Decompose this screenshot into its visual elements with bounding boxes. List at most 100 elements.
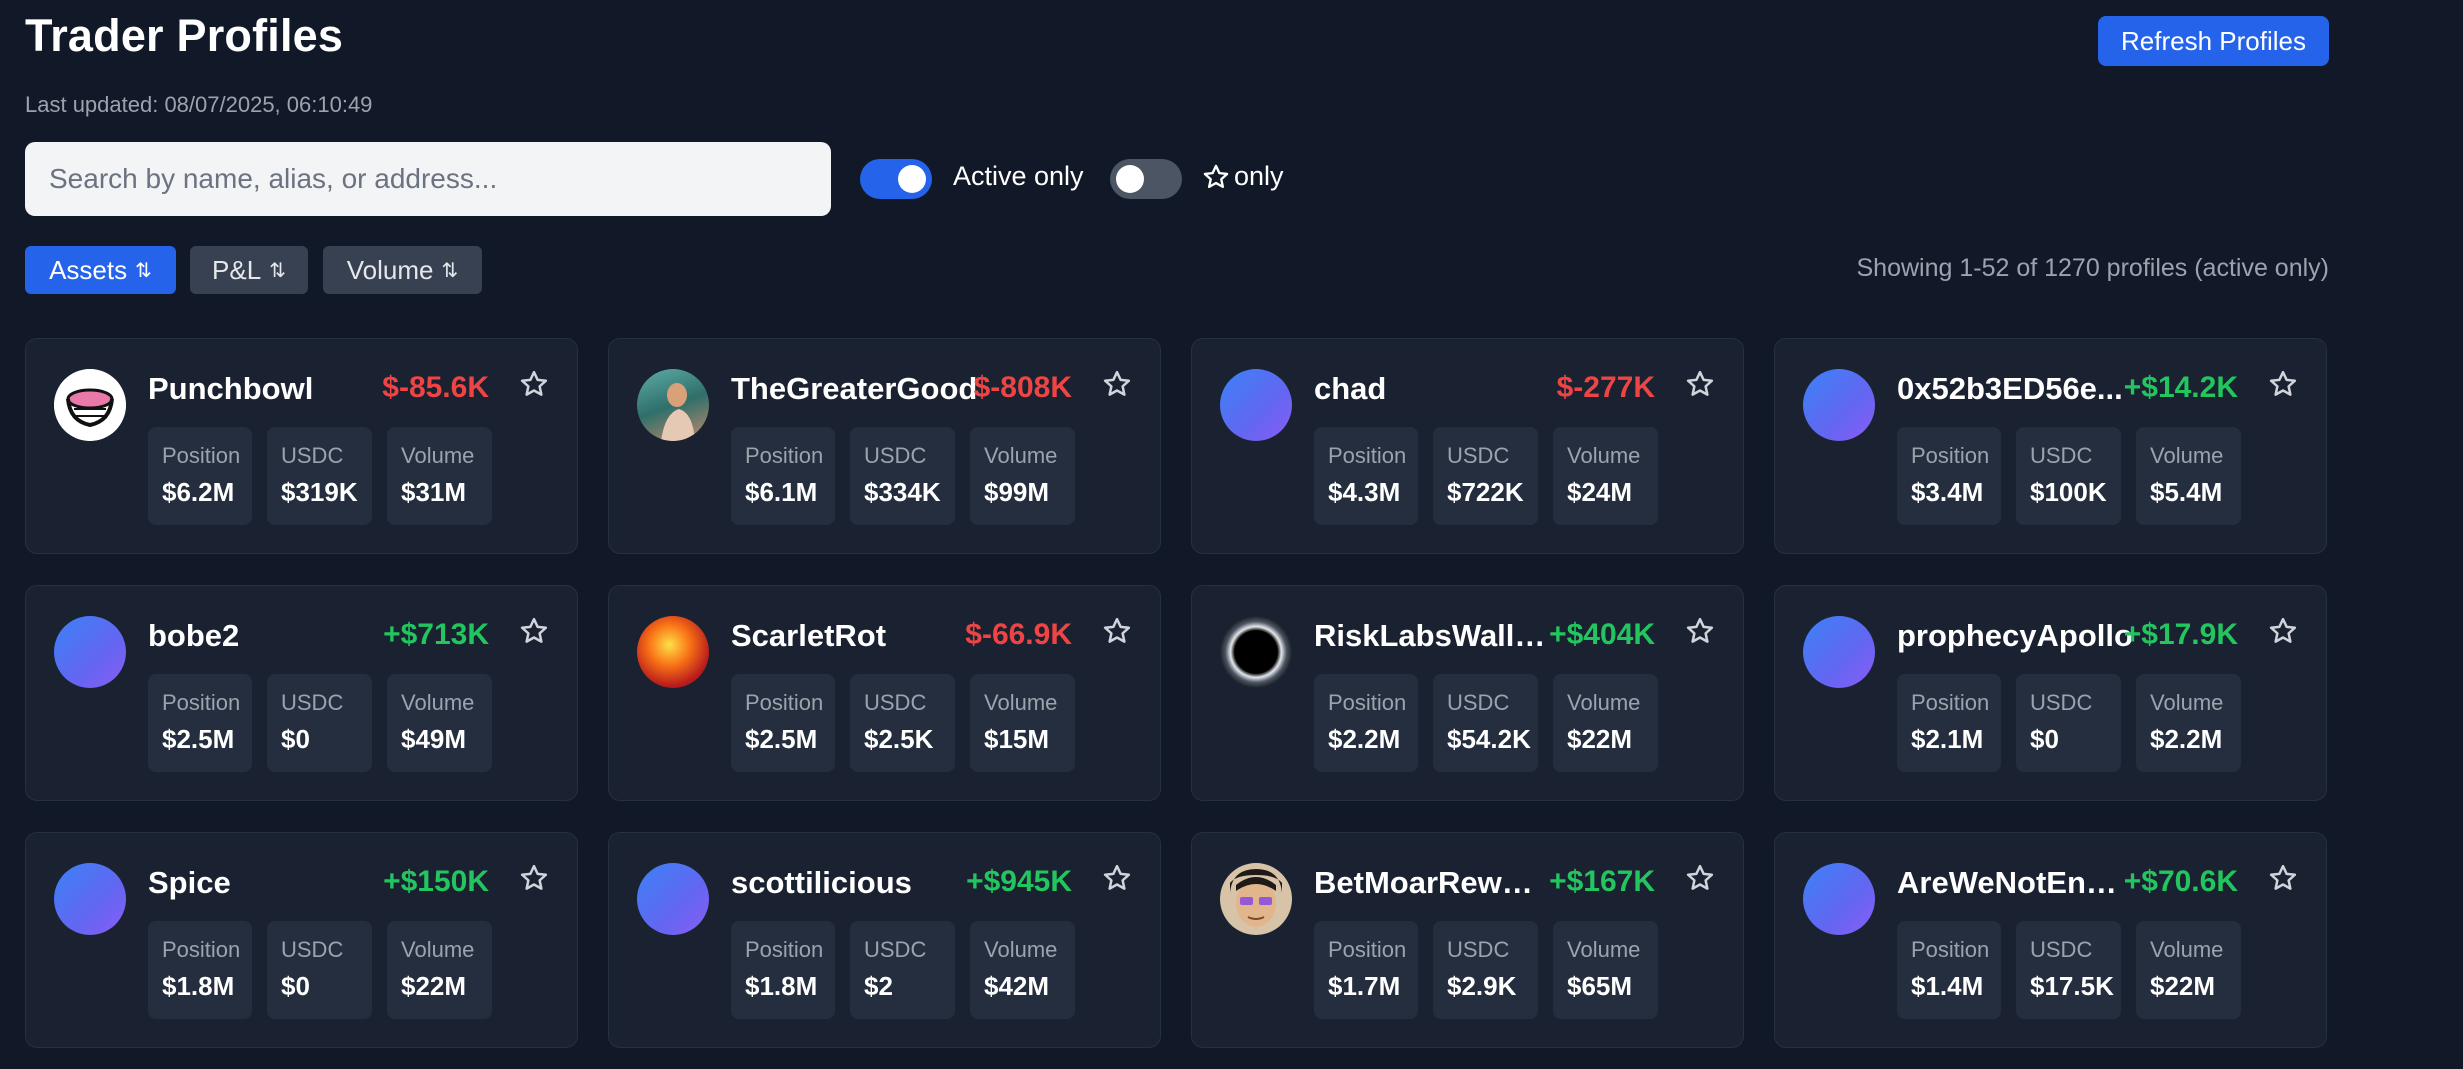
- stat-value: $100K: [2030, 477, 2107, 507]
- profile-card[interactable]: chad $-277K Position $4.3M USDC $722K Volu…: [1191, 338, 1744, 554]
- star-icon[interactable]: [1685, 616, 1715, 646]
- stat-label: USDC: [1447, 937, 1510, 962]
- star-icon[interactable]: [519, 863, 549, 893]
- stat-label: USDC: [2030, 690, 2093, 715]
- stat-volume: Volume $15M: [970, 674, 1075, 772]
- profile-card[interactable]: bobe2 +$713K Position $2.5M USDC $0 Volume…: [25, 585, 578, 801]
- stat-usdc: USDC $319K: [267, 427, 372, 525]
- stat-value: $2.1M: [1911, 724, 1984, 754]
- stat-label: Volume: [2150, 937, 2224, 962]
- search-input[interactable]: [25, 142, 831, 216]
- stat-label: USDC: [1447, 443, 1510, 468]
- stat-value: $31M: [401, 477, 467, 507]
- stat-value: $2: [864, 971, 893, 1001]
- profile-card[interactable]: AreWeNotEnter... +$70.6K Position $1.4M U…: [1774, 832, 2327, 1048]
- star-icon: [1203, 164, 1229, 188]
- stat-value: $15M: [984, 724, 1050, 754]
- starred-only-toggle[interactable]: [1110, 159, 1182, 199]
- sort-pnl-button[interactable]: P&L ⇅: [190, 246, 308, 294]
- stat-value: $1.8M: [745, 971, 818, 1001]
- stat-position: Position $2.5M: [731, 674, 835, 772]
- profile-name: 0x52b3ED56e...: [1897, 371, 2123, 406]
- last-updated-text: Last updated: 08/07/2025, 06:10:49: [25, 92, 373, 117]
- stat-value: $6.1M: [745, 477, 818, 507]
- active-only-label: Active only: [953, 161, 1084, 191]
- stat-label: Volume: [984, 690, 1058, 715]
- sort-volume-button[interactable]: Volume ⇅: [323, 246, 482, 294]
- stat-usdc: USDC $0: [267, 921, 372, 1019]
- stat-label: Volume: [2150, 443, 2224, 468]
- stat-volume: Volume $49M: [387, 674, 492, 772]
- profile-card[interactable]: prophecyApollo +$17.9K Position $2.1M USD…: [1774, 585, 2327, 801]
- profile-card[interactable]: Punchbowl $-85.6K Position $6.2M USDC $319…: [25, 338, 578, 554]
- gradient-avatar: [54, 616, 126, 688]
- sort-label: P&L: [212, 254, 262, 285]
- gradient-avatar: [54, 863, 126, 935]
- profile-card[interactable]: RiskLabsWallet1 +$404K Position $2.2M USD…: [1191, 585, 1744, 801]
- profile-card[interactable]: TheGreaterGood $-808K Position $6.1M USDC…: [608, 338, 1161, 554]
- stat-usdc: USDC $2.9K: [1433, 921, 1538, 1019]
- profile-pnl: $-277K: [1556, 371, 1655, 404]
- stat-volume: Volume $31M: [387, 427, 492, 525]
- star-icon[interactable]: [2268, 616, 2298, 646]
- star-icon[interactable]: [2268, 863, 2298, 893]
- refresh-profiles-button[interactable]: Refresh Profiles: [2098, 16, 2329, 66]
- profile-card[interactable]: Spice +$150K Position $1.8M USDC $0 Volume…: [25, 832, 578, 1048]
- stat-volume: Volume $42M: [970, 921, 1075, 1019]
- page-title: Trader Profiles: [25, 10, 344, 61]
- profile-card[interactable]: 0x52b3ED56e... +$14.2K Position $3.4M USD…: [1774, 338, 2327, 554]
- star-icon[interactable]: [1102, 863, 1132, 893]
- stat-value: $2.2M: [1328, 724, 1401, 754]
- star-icon[interactable]: [2268, 369, 2298, 399]
- stat-label: Position: [1328, 443, 1407, 468]
- stat-value: $42M: [984, 971, 1050, 1001]
- active-only-toggle[interactable]: [860, 159, 932, 199]
- stat-label: Volume: [401, 443, 475, 468]
- results-count: Showing 1-52 of 1270 profiles (active on…: [1856, 254, 2330, 282]
- stat-label: USDC: [864, 937, 927, 962]
- stat-value: $22M: [401, 971, 467, 1001]
- profile-card[interactable]: scottilicious +$945K Position $1.8M USDC $…: [608, 832, 1161, 1048]
- punchbowl-avatar: [54, 369, 126, 441]
- stat-label: USDC: [1447, 690, 1510, 715]
- stat-position: Position $2.2M: [1314, 674, 1418, 772]
- stat-value: $6.2M: [162, 477, 235, 507]
- star-icon[interactable]: [1102, 616, 1132, 646]
- star-icon[interactable]: [519, 616, 549, 646]
- stat-usdc: USDC $0: [267, 674, 372, 772]
- toggle-knob: [1116, 165, 1144, 193]
- stat-value: $2.9K: [1447, 971, 1517, 1001]
- stat-volume: Volume $2.2M: [2136, 674, 2241, 772]
- profile-pnl: +$404K: [1549, 618, 1655, 651]
- stat-label: USDC: [281, 443, 344, 468]
- stat-usdc: USDC $54.2K: [1433, 674, 1538, 772]
- star-icon[interactable]: [1685, 369, 1715, 399]
- photo-avatar: [637, 369, 709, 441]
- star-icon[interactable]: [1685, 863, 1715, 893]
- star-icon[interactable]: [1102, 369, 1132, 399]
- stat-value: $49M: [401, 724, 467, 754]
- gradient-avatar: [1220, 369, 1292, 441]
- profile-name: scottilicious: [731, 865, 912, 900]
- sort-label: Volume: [346, 254, 434, 285]
- stat-label: Volume: [401, 937, 475, 962]
- face-avatar: [1220, 863, 1292, 935]
- sort-assets-button[interactable]: Assets ⇅: [25, 246, 176, 294]
- stat-position: Position $2.5M: [148, 674, 252, 772]
- stat-value: $0: [281, 971, 310, 1001]
- profile-card[interactable]: BetMoarReward... +$167K Position $1.7M US…: [1191, 832, 1744, 1048]
- stat-volume: Volume $22M: [2136, 921, 2241, 1019]
- stat-volume: Volume $24M: [1553, 427, 1658, 525]
- stat-label: USDC: [281, 937, 344, 962]
- profile-pnl: +$150K: [383, 865, 489, 898]
- profile-pnl: $-66.9K: [965, 618, 1072, 651]
- profile-name: BetMoarReward...: [1314, 865, 1546, 900]
- stat-label: USDC: [281, 690, 344, 715]
- stat-position: Position $3.4M: [1897, 427, 2001, 525]
- stat-position: Position $6.1M: [731, 427, 835, 525]
- profile-card[interactable]: ScarletRot $-66.9K Position $2.5M USDC $2.…: [608, 585, 1161, 801]
- profile-name: ScarletRot: [731, 618, 887, 653]
- star-icon[interactable]: [519, 369, 549, 399]
- gradient-avatar: [1803, 616, 1875, 688]
- stat-volume: Volume $99M: [970, 427, 1075, 525]
